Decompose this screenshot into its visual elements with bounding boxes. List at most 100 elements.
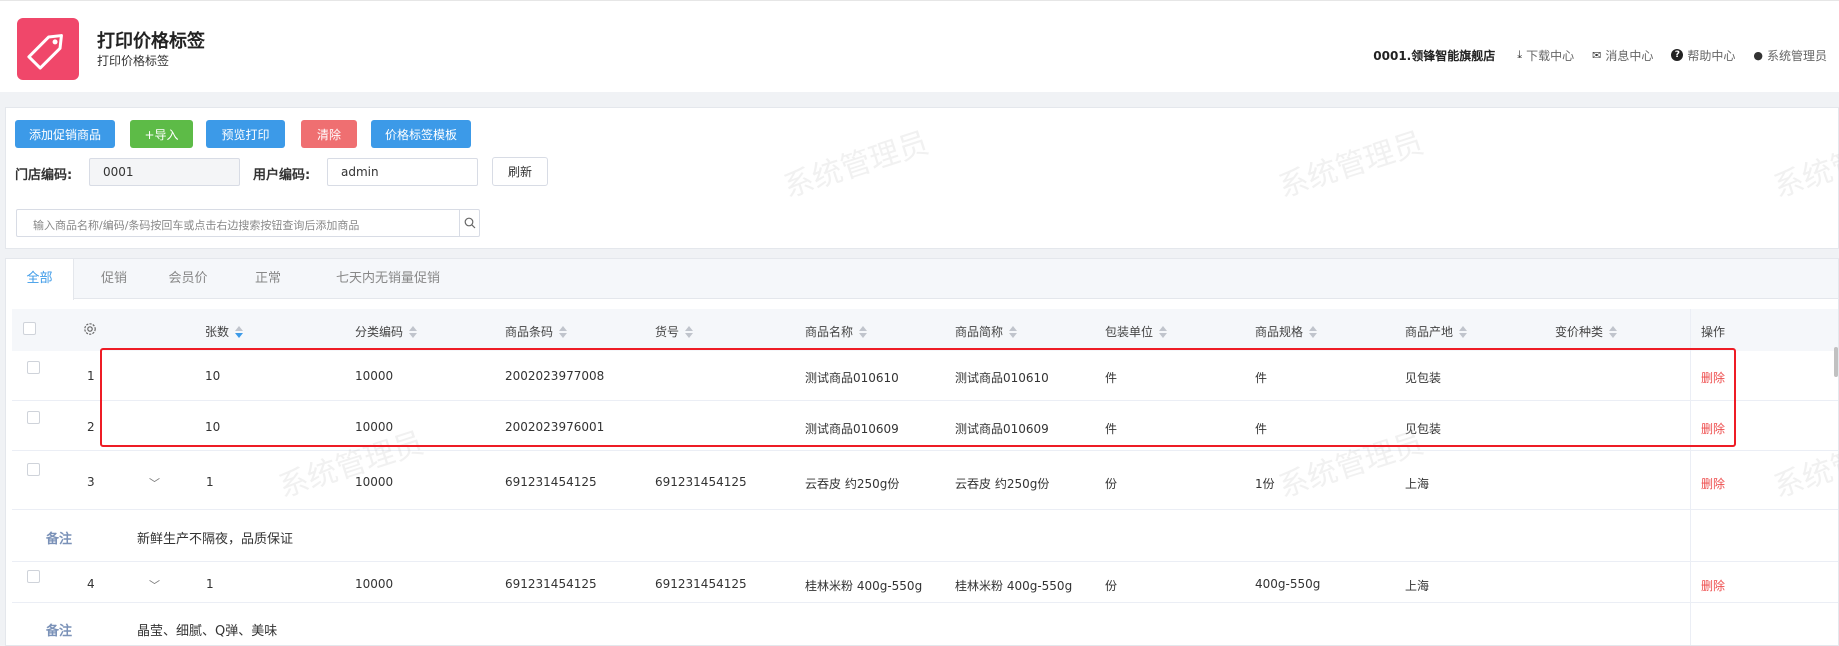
table-row: 3 ﹀ 1 10000 691231454125 691231454125 云吞…	[12, 451, 1838, 510]
column-header-barcode[interactable]: 商品条码	[505, 323, 568, 340]
delete-link[interactable]: 删除	[1701, 369, 1725, 386]
cell-name: 云吞皮 约250g份	[805, 477, 900, 491]
delete-link[interactable]: 删除	[1701, 577, 1725, 594]
sort-icon[interactable]	[685, 325, 694, 338]
message-center-link[interactable]: ✉ 消息中心	[1592, 47, 1653, 64]
column-header-price-type[interactable]: 变价种类	[1555, 323, 1618, 340]
product-search-input[interactable]: 输入商品名称/编码/条码按回车或点击右边搜索按钮查询后添加商品	[33, 217, 359, 233]
table-row: 1 10 10000 2002023977008 测试商品010610 测试商品…	[12, 351, 1838, 401]
cell-barcode: 691231454125	[505, 577, 597, 591]
product-table-panel: 全部 促销 会员价 正常 七天内无销量促销 张数 分类编码 商品条码 货号 商品…	[5, 258, 1839, 646]
column-settings-icon[interactable]	[83, 322, 97, 336]
sort-icon[interactable]	[1309, 325, 1318, 338]
cell-short-name: 测试商品010609	[955, 422, 1049, 436]
cell-count[interactable]: 10	[205, 420, 220, 434]
cell-unit: 份	[1105, 477, 1118, 491]
cell-category: 10000	[355, 420, 394, 434]
column-spec-label: 商品规格	[1255, 325, 1304, 339]
search-button[interactable]	[459, 210, 479, 236]
tab-all[interactable]: 全部	[6, 259, 74, 300]
cell-spec: 1份	[1255, 477, 1275, 491]
column-short-name-label: 商品简称	[955, 325, 1004, 339]
cell-spec: 400g-550g	[1255, 577, 1321, 591]
download-icon: ⤓	[1517, 48, 1523, 61]
user-code-field[interactable]: admin	[327, 158, 478, 186]
add-promo-button[interactable]: 添加促销商品	[15, 120, 115, 148]
sort-icon[interactable]	[1459, 325, 1468, 338]
column-header-unit[interactable]: 包装单位	[1105, 323, 1168, 340]
download-center-label: 下载中心	[1526, 48, 1575, 63]
refresh-button[interactable]: 刷新	[492, 157, 548, 186]
toolbar-panel: 添加促销商品 +导入 预览打印 清除 价格标签模板 门店编码: 0001 用户编…	[5, 107, 1839, 249]
price-tag-template-button[interactable]: 价格标签模板	[371, 120, 471, 148]
cell-name: 测试商品010609	[805, 422, 899, 436]
row-checkbox[interactable]	[27, 361, 40, 374]
select-all-checkbox[interactable]	[23, 322, 36, 335]
sort-icon[interactable]	[1609, 325, 1618, 338]
cell-count[interactable]: 1	[206, 577, 214, 591]
price-tag-logo-icon	[17, 18, 79, 80]
tab-member-price[interactable]: 会员价	[156, 259, 220, 299]
shop-name[interactable]: 0001.领锋智能旗舰店	[1373, 47, 1495, 64]
cell-name: 测试商品010610	[805, 371, 899, 385]
cell-unit: 份	[1105, 579, 1118, 593]
clear-button[interactable]: 清除	[301, 120, 357, 148]
tab-normal[interactable]: 正常	[240, 259, 296, 299]
cell-count[interactable]: 10	[205, 369, 220, 383]
column-item-no-label: 货号	[655, 325, 680, 339]
column-action-label: 操作	[1701, 325, 1726, 339]
sort-icon[interactable]	[235, 325, 244, 338]
cell-short-name: 桂林米粉 400g-550g	[955, 579, 1073, 593]
cell-unit: 件	[1105, 422, 1118, 436]
cell-category: 10000	[355, 369, 394, 383]
column-header-category[interactable]: 分类编码	[355, 323, 418, 340]
sort-icon[interactable]	[1159, 325, 1168, 338]
search-icon	[464, 217, 475, 229]
note-row: 备注 新鲜生产不隔夜，品质保证	[12, 510, 1838, 562]
row-checkbox[interactable]	[27, 411, 40, 424]
row-checkbox[interactable]	[27, 570, 40, 583]
user-code-label: 用户编码:	[253, 168, 311, 183]
column-header-count[interactable]: 张数	[205, 323, 244, 340]
cell-item-no: 691231454125	[655, 475, 747, 489]
chevron-down-icon[interactable]: ﹀	[149, 475, 160, 491]
column-header-item-no[interactable]: 货号	[655, 323, 694, 340]
sort-icon[interactable]	[859, 325, 868, 338]
delete-link[interactable]: 删除	[1701, 420, 1725, 437]
preview-print-button[interactable]: 预览打印	[206, 120, 285, 148]
note-label: 备注	[46, 624, 73, 639]
cell-unit: 件	[1105, 371, 1118, 385]
column-header-origin[interactable]: 商品产地	[1405, 323, 1468, 340]
column-header-spec[interactable]: 商品规格	[1255, 323, 1318, 340]
sort-icon[interactable]	[409, 325, 418, 338]
help-center-link[interactable]: ? 帮助中心	[1671, 47, 1735, 64]
store-code-field[interactable]: 0001	[89, 158, 240, 186]
table-scrollbar[interactable]	[1834, 347, 1838, 377]
sort-icon[interactable]	[1009, 325, 1018, 338]
product-search-box[interactable]: 输入商品名称/编码/条码按回车或点击右边搜索按钮查询后添加商品	[16, 209, 480, 237]
download-center-link[interactable]: ⤓ 下载中心	[1517, 47, 1574, 64]
delete-link[interactable]: 删除	[1701, 475, 1725, 492]
store-code-label: 门店编码:	[15, 168, 73, 183]
cell-count[interactable]: 1	[206, 475, 214, 489]
mail-icon: ✉	[1592, 48, 1602, 62]
row-checkbox[interactable]	[27, 463, 40, 476]
chevron-down-icon[interactable]: ﹀	[149, 577, 160, 593]
import-button[interactable]: +导入	[130, 120, 193, 148]
cell-origin: 上海	[1405, 579, 1430, 593]
row-index: 4	[87, 577, 95, 591]
column-header-name[interactable]: 商品名称	[805, 323, 868, 340]
table-header: 张数 分类编码 商品条码 货号 商品名称 商品简称 包装单位 商品规格 商品产地…	[12, 309, 1838, 351]
column-category-label: 分类编码	[355, 325, 404, 339]
user-menu[interactable]: ● 系统管理员	[1753, 47, 1827, 64]
cell-origin: 上海	[1405, 477, 1430, 491]
cell-barcode: 2002023977008	[505, 369, 605, 383]
column-header-short-name[interactable]: 商品简称	[955, 323, 1018, 340]
sort-icon[interactable]	[559, 325, 568, 338]
tab-no-sales-7days[interactable]: 七天内无销量促销	[312, 259, 464, 299]
column-unit-label: 包装单位	[1105, 325, 1154, 339]
tab-promotion[interactable]: 促销	[86, 259, 142, 299]
cell-category: 10000	[355, 475, 394, 489]
table-row: 4 ﹀ 1 10000 691231454125 691231454125 桂林…	[12, 562, 1838, 603]
action-column-divider	[1690, 309, 1691, 645]
